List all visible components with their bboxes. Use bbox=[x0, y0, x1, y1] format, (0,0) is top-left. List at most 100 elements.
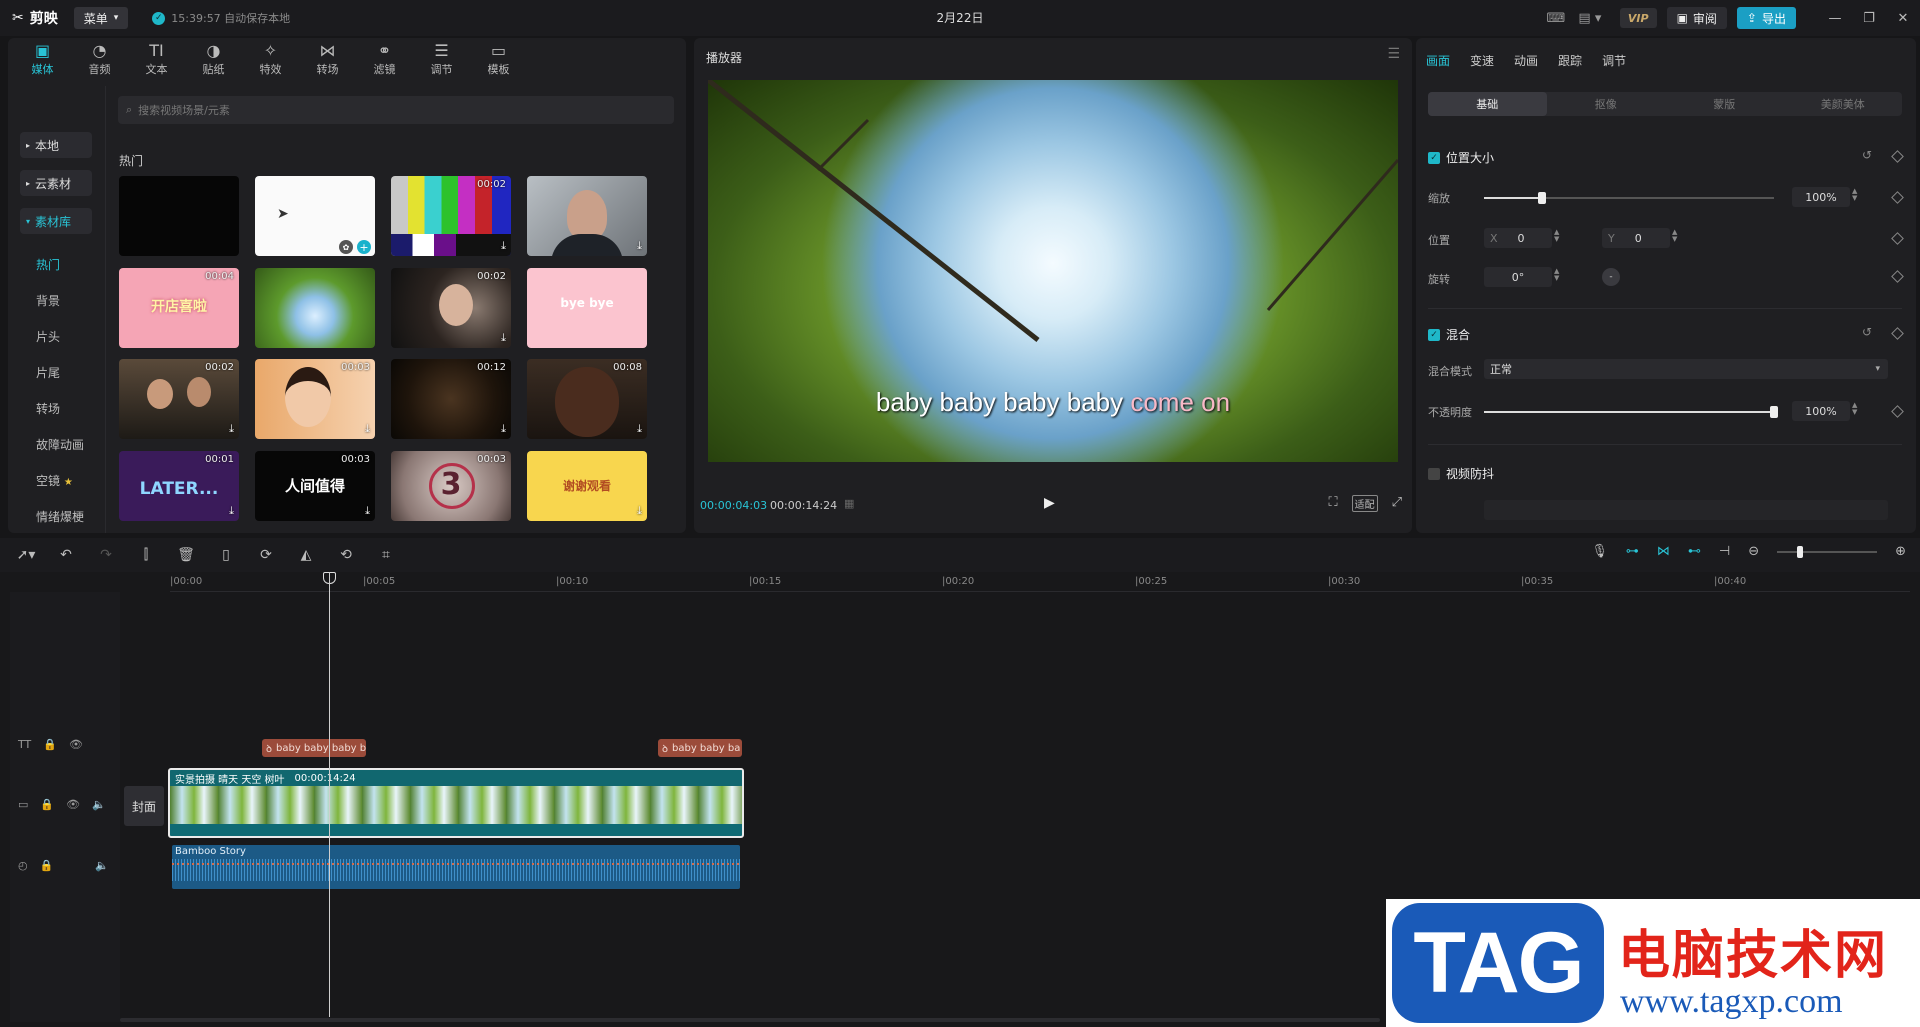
reverse-icon[interactable]: ⟳ bbox=[246, 547, 286, 563]
rotate-dial-icon[interactable]: - bbox=[1602, 268, 1620, 286]
ratio-button[interactable]: 适配 bbox=[1351, 495, 1378, 512]
tab-transition[interactable]: ⋈ 转场 bbox=[299, 38, 356, 82]
y-field[interactable]: Y 0 bbox=[1602, 228, 1670, 248]
main-track-magnet-icon[interactable]: ⊶ bbox=[1626, 544, 1639, 559]
sidebar-item-transition[interactable]: 转场 bbox=[36, 400, 60, 417]
zoom-knob[interactable] bbox=[1797, 545, 1804, 558]
tab-picture[interactable]: 画面 bbox=[1426, 52, 1450, 69]
media-thumb[interactable]: bye bye bbox=[527, 268, 647, 348]
sidebar-item-glitch[interactable]: 故障动画 bbox=[36, 436, 84, 453]
auto-snap-icon[interactable]: ⋈ bbox=[1657, 544, 1670, 559]
media-thumb[interactable]: 00:03 3 bbox=[391, 451, 511, 521]
tab-template[interactable]: ▭ 模板 bbox=[470, 38, 527, 82]
stepper-icon[interactable]: ▲ ▼ bbox=[1554, 229, 1559, 243]
sidebar-library[interactable]: ▾ 素材库 bbox=[20, 208, 92, 234]
sidebar-item-empty-shot[interactable]: 空镜 ★ bbox=[36, 472, 73, 489]
timeline-grid-icon[interactable]: ▦ bbox=[844, 497, 854, 510]
search-input[interactable]: ⌕ 搜索视频场景/元素 bbox=[118, 96, 674, 124]
freeze-icon[interactable]: ▯ bbox=[206, 547, 246, 563]
undo-icon[interactable]: ↶ bbox=[46, 547, 86, 563]
subtab-cutout[interactable]: 抠像 bbox=[1547, 92, 1666, 116]
tab-audio[interactable]: ◔ 音频 bbox=[71, 38, 128, 82]
tab-adjust[interactable]: ☰ 调节 bbox=[413, 38, 470, 82]
scale-slider[interactable] bbox=[1484, 192, 1774, 204]
favorite-icon[interactable]: ✿ bbox=[339, 240, 353, 254]
tab-tracking[interactable]: 跟踪 bbox=[1558, 52, 1582, 69]
subtab-basic[interactable]: 基础 bbox=[1428, 92, 1547, 116]
media-thumb[interactable]: 00:04 开店喜啦 bbox=[119, 268, 239, 348]
sidebar-item-outro[interactable]: 片尾 bbox=[36, 364, 60, 381]
checkbox-icon[interactable]: ✓ bbox=[1428, 151, 1440, 164]
video-clip[interactable]: 实景拍摄 晴天 天空 树叶 00:00:14:24 bbox=[168, 768, 744, 838]
media-thumb[interactable]: 00:02 ⤓ bbox=[391, 176, 511, 256]
keyframe-icon[interactable] bbox=[1891, 270, 1904, 283]
mirror-icon[interactable]: ◭ bbox=[286, 547, 326, 563]
tab-media[interactable]: ▣ 媒体 bbox=[14, 38, 71, 82]
tab-speed[interactable]: 变速 bbox=[1470, 52, 1494, 69]
section-position-size[interactable]: ✓ 位置大小 bbox=[1428, 149, 1494, 166]
media-thumb[interactable]: 00:12 ⤓ bbox=[391, 359, 511, 439]
split-icon[interactable]: ⫿ bbox=[126, 547, 166, 563]
crop-icon[interactable]: ⌗ bbox=[366, 547, 406, 563]
slider-knob[interactable] bbox=[1770, 406, 1778, 418]
sidebar-item-intro[interactable]: 片头 bbox=[36, 328, 60, 345]
speaker-icon[interactable]: 🔈 bbox=[95, 859, 109, 872]
cover-button[interactable]: 封面 bbox=[124, 786, 164, 826]
download-icon[interactable]: ⤓ bbox=[637, 239, 642, 253]
rotate-field[interactable]: 0° bbox=[1484, 267, 1552, 287]
download-icon[interactable]: ⤓ bbox=[637, 504, 642, 518]
tab-filter[interactable]: ⚭ 滤镜 bbox=[356, 38, 413, 82]
minimize-icon[interactable]: — bbox=[1818, 11, 1852, 26]
media-thumb[interactable] bbox=[119, 176, 239, 256]
delete-icon[interactable]: 🗑 bbox=[166, 547, 206, 563]
maximize-icon[interactable]: ❐ bbox=[1852, 11, 1886, 26]
download-icon[interactable]: ⤓ bbox=[229, 422, 234, 436]
download-icon[interactable]: ⤓ bbox=[637, 422, 642, 436]
eye-icon[interactable]: 👁 bbox=[66, 798, 80, 811]
download-icon[interactable]: ⤓ bbox=[365, 504, 370, 518]
layout-icon[interactable]: ▤ ▾ bbox=[1570, 7, 1610, 29]
section-blend[interactable]: ✓ 混合 bbox=[1428, 326, 1470, 343]
export-button[interactable]: ⇪ 导出 bbox=[1736, 7, 1796, 29]
video-preview[interactable]: baby baby baby baby come on bbox=[708, 80, 1398, 462]
media-thumb[interactable]: 00:01 LATER... ⤓ bbox=[119, 451, 239, 521]
tab-effects[interactable]: ✧ 特效 bbox=[242, 38, 299, 82]
stepper-icon[interactable]: ▲ ▼ bbox=[1554, 268, 1559, 282]
opacity-slider[interactable] bbox=[1484, 406, 1778, 418]
tab-adjust[interactable]: 调节 bbox=[1602, 52, 1626, 69]
download-icon[interactable]: ⤓ bbox=[229, 504, 234, 518]
reset-icon[interactable]: ↺ bbox=[1862, 148, 1872, 162]
close-icon[interactable]: ✕ bbox=[1886, 11, 1920, 26]
link-icon[interactable]: ⊷ bbox=[1688, 544, 1701, 559]
download-icon[interactable]: ⤓ bbox=[501, 239, 506, 253]
lock-icon[interactable]: 🔒 bbox=[40, 859, 54, 872]
media-thumb[interactable]: 00:02 ⤓ bbox=[119, 359, 239, 439]
select-tool-icon[interactable]: ➚▾ bbox=[6, 547, 46, 563]
eye-icon[interactable]: 👁 bbox=[69, 738, 83, 751]
keyboard-shortcut-icon[interactable]: ⌨ bbox=[1542, 7, 1570, 29]
checkbox-icon[interactable]: ✓ bbox=[1428, 328, 1440, 341]
lock-icon[interactable]: 🔒 bbox=[40, 798, 54, 811]
keyframe-icon[interactable] bbox=[1891, 150, 1904, 163]
opacity-value[interactable]: 100% bbox=[1792, 401, 1850, 421]
slider-knob[interactable] bbox=[1538, 192, 1546, 204]
subtab-mask[interactable]: 蒙版 bbox=[1665, 92, 1784, 116]
text-clip[interactable]: ꝺ baby baby baby b bbox=[262, 739, 366, 757]
media-thumb[interactable]: 00:08 ⤓ bbox=[527, 359, 647, 439]
expand-icon[interactable]: ⤢ bbox=[1392, 495, 1402, 512]
audio-clip[interactable]: Bamboo Story bbox=[172, 845, 740, 889]
keyframe-icon[interactable] bbox=[1891, 232, 1904, 245]
download-icon[interactable]: ⤓ bbox=[365, 422, 370, 436]
play-button[interactable]: ▶ bbox=[1044, 495, 1055, 511]
media-thumb[interactable]: 00:03 人间值得 ⤓ bbox=[255, 451, 375, 521]
blend-mode-select[interactable]: 正常 ▾ bbox=[1484, 359, 1888, 379]
subtab-beauty[interactable]: 美颜美体 bbox=[1784, 92, 1903, 116]
menu-icon[interactable]: ☰ bbox=[1387, 46, 1400, 62]
checkbox-icon[interactable] bbox=[1428, 467, 1440, 480]
add-icon[interactable]: + bbox=[357, 240, 371, 254]
stepper-icon[interactable]: ▲ ▼ bbox=[1852, 188, 1857, 202]
zoom-in-icon[interactable]: ⊕ bbox=[1895, 544, 1906, 559]
sidebar-item-background[interactable]: 背景 bbox=[36, 292, 60, 309]
stepper-icon[interactable]: ▲ ▼ bbox=[1672, 229, 1677, 243]
tab-text[interactable]: TI 文本 bbox=[128, 38, 185, 82]
